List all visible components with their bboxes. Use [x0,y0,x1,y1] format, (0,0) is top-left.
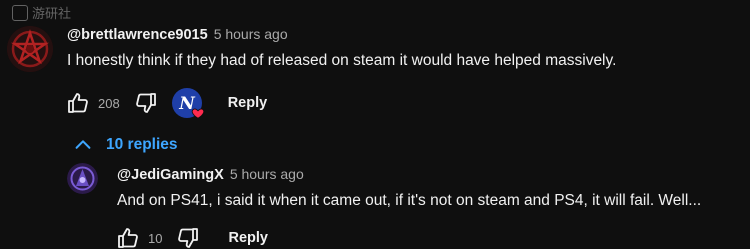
reply-timestamp[interactable]: 5 hours ago [230,166,304,182]
watermark-logo-icon [12,4,28,21]
comment-author[interactable]: @brettlawrence9015 [67,27,208,43]
comments-section: 游研社 @brettlawrence9015 5 hours ago I hon… [0,0,750,249]
thumbs-down-icon [178,228,199,248]
watermark: 游研社 [12,3,71,22]
replies-toggle[interactable]: 10 replies [72,134,178,156]
like-button[interactable] [66,91,90,115]
comment-text: I honestly think if they had of released… [67,52,617,69]
comment-timestamp[interactable]: 5 hours ago [214,26,288,42]
reply-text: And on PS41, i said it when it came out,… [117,192,702,209]
reply-like-button[interactable] [116,226,140,249]
pentagram-icon [7,26,53,72]
dislike-button[interactable] [134,91,158,115]
thumbs-up-icon [118,228,138,248]
like-count: 208 [98,95,120,111]
thumbs-up-icon [68,93,88,113]
reply-author[interactable]: @JediGamingX [117,167,224,183]
reply-dislike-button[interactable] [176,226,200,249]
watermark-text: 游研社 [32,6,72,21]
reply-button[interactable]: Reply [228,95,268,111]
reply-avatar[interactable] [67,163,98,194]
creator-heart-badge: N [171,88,204,119]
thumbs-down-icon [135,93,156,113]
gaming-logo-icon [67,163,98,194]
reply-reply-button[interactable]: Reply [228,230,268,246]
reply-like-count: 10 [148,230,163,246]
replies-count-label: 10 replies [106,136,178,153]
chevron-up-icon [75,140,91,149]
heart-icon [191,108,204,119]
avatar[interactable] [7,26,53,72]
